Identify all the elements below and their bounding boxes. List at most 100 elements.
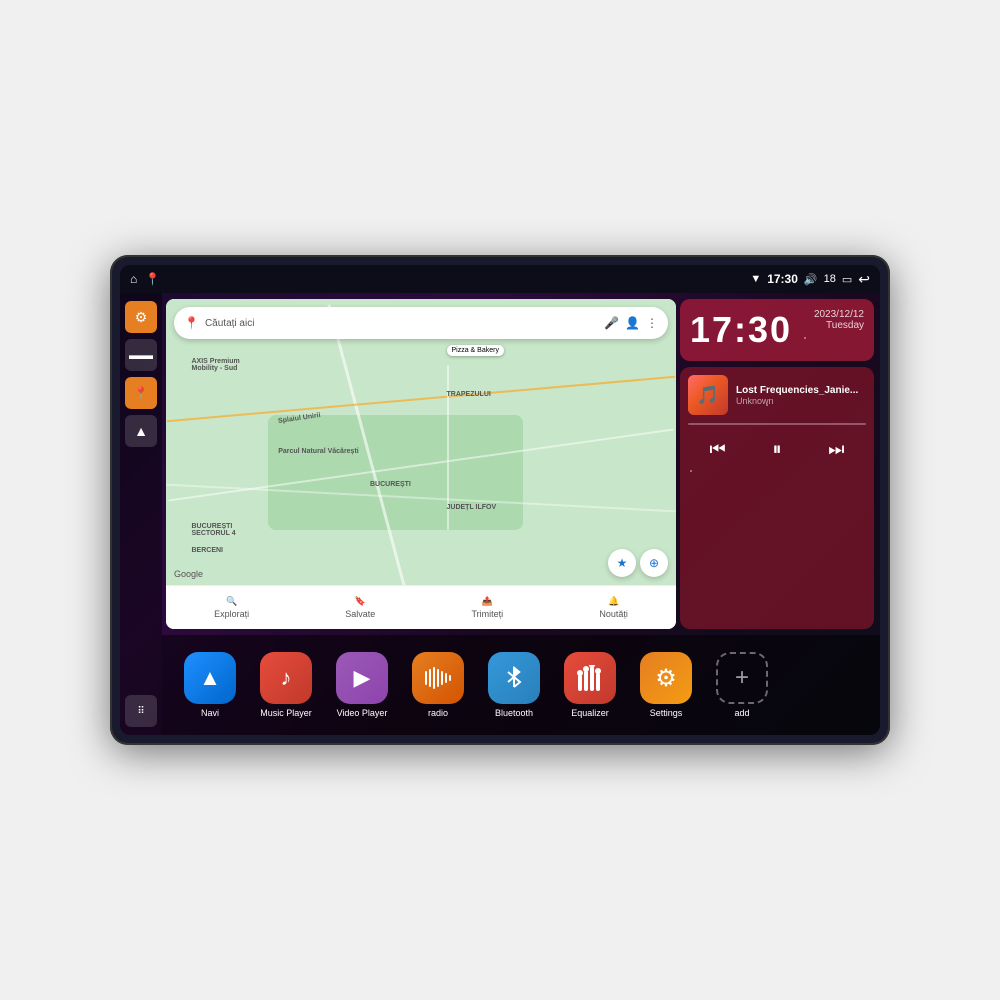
top-panels: AXIS PremiumMobility - Sud Parcul Natura… — [162, 293, 880, 635]
share-label: Trimiteți — [472, 609, 504, 619]
music-widget: 🎵 Lost Frequencies_Janie... Unknown ⏮ — [680, 367, 874, 629]
album-art: 🎵 — [688, 375, 728, 415]
settings-icon: ⚙ — [135, 309, 148, 326]
status-bar-left: ⌂ 📍 — [130, 272, 160, 286]
video-play-icon: ▶ — [354, 665, 371, 691]
app-drawer: ▲ Navi ♪ Music Player ▶ — [162, 635, 880, 735]
track-title: Lost Frequencies_Janie... — [736, 385, 858, 396]
map-bottom-bar: 🔍Explorați 🔖Salvate 📤Trimiteți 🔔Noutăți — [166, 585, 676, 629]
account-icon[interactable]: 👤 — [625, 316, 640, 330]
app-video-player[interactable]: ▶ Video Player — [326, 652, 398, 718]
video-player-icon: ▶ — [336, 652, 388, 704]
nav-arrow-icon: ▲ — [134, 423, 148, 439]
bluetooth-icon — [488, 652, 540, 704]
next-button[interactable]: ⏭ — [820, 433, 852, 465]
map-explore-button[interactable]: 🔍Explorați — [214, 596, 249, 619]
music-player-label: Music Player — [260, 708, 312, 718]
add-label: add — [734, 708, 749, 718]
navi-label: Navi — [201, 708, 219, 718]
app-settings[interactable]: ⚙ Settings — [630, 652, 702, 718]
progress-bar[interactable] — [688, 423, 866, 425]
google-logo: Google — [174, 569, 203, 579]
sidebar-apps-button[interactable]: ⠿ — [125, 695, 157, 727]
navi-arrow-icon: ▲ — [199, 665, 221, 691]
music-note-icon: ♪ — [281, 665, 292, 691]
content-area: AXIS PremiumMobility - Sud Parcul Natura… — [162, 293, 880, 735]
screen: ⌂ 📍 ▼ 17:30 🔊 18 ▭ ↩ ⚙ — [120, 265, 880, 735]
clock-widget: 17:30 2023/12/12 Tuesday — [680, 299, 874, 361]
gear-icon: ⚙ — [655, 664, 677, 693]
files-icon: ▬▬ — [129, 348, 153, 362]
app-music-player[interactable]: ♪ Music Player — [250, 652, 322, 718]
saved-label: Salvate — [345, 609, 375, 619]
map-label-sector: BUCUREȘTISECTORUL 4 — [192, 523, 236, 537]
track-artist: Unknown — [736, 396, 858, 406]
apps-grid-icon: ⠿ — [137, 706, 144, 717]
clock-time: 17:30 — [690, 309, 792, 351]
app-equalizer[interactable]: Equalizer — [554, 652, 626, 718]
settings-label: Settings — [650, 708, 683, 718]
prev-button[interactable]: ⏮ — [702, 433, 734, 465]
track-details: Lost Frequencies_Janie... Unknown — [736, 385, 858, 406]
clock-date: 2023/12/12 Tuesday — [814, 309, 864, 331]
news-label: Noutăți — [599, 609, 628, 619]
map-pin-pizza[interactable]: Pizza & Bakery — [447, 345, 504, 356]
sidebar: ⚙ ▬▬ 📍 ▲ ⠿ — [120, 293, 162, 735]
maps-status-icon[interactable]: 📍 — [145, 272, 160, 286]
app-bluetooth[interactable]: Bluetooth — [478, 652, 550, 718]
volume-icon: 🔊 — [804, 273, 818, 286]
map-panel[interactable]: AXIS PremiumMobility - Sud Parcul Natura… — [166, 299, 676, 629]
map-saved-button[interactable]: 🔖Salvate — [345, 596, 375, 619]
map-label-buc: BUCUREȘTI — [370, 481, 411, 488]
radio-icon — [412, 652, 464, 704]
more-icon[interactable]: ⋮ — [646, 316, 658, 330]
map-location-button[interactable]: ⊕ — [640, 549, 668, 577]
album-art-image: 🎵 — [688, 375, 728, 415]
radio-waves-icon — [424, 667, 452, 689]
map-share-button[interactable]: 📤Trimiteți — [472, 596, 504, 619]
google-maps-icon: 📍 — [184, 316, 199, 330]
track-info: 🎵 Lost Frequencies_Janie... Unknown — [688, 375, 866, 415]
settings-app-icon: ⚙ — [640, 652, 692, 704]
map-star-button[interactable]: ★ — [608, 549, 636, 577]
add-app-icon: + — [716, 652, 768, 704]
navi-icon: ▲ — [184, 652, 236, 704]
map-label-trapez: TRAPEZULUI — [447, 391, 491, 398]
music-controls: ⏮ ⏸ ⏭ — [688, 433, 866, 465]
map-label-axis: AXIS PremiumMobility - Sud — [192, 358, 240, 372]
app-navi[interactable]: ▲ Navi — [174, 652, 246, 718]
equalizer-label: Equalizer — [571, 708, 609, 718]
sidebar-nav-button[interactable]: ▲ — [125, 415, 157, 447]
battery-icon: ▭ — [842, 273, 852, 286]
eq-bars-icon — [577, 665, 603, 691]
sidebar-maps-button[interactable]: 📍 — [125, 377, 157, 409]
battery-level: 18 — [824, 273, 836, 285]
app-add[interactable]: + add — [706, 652, 778, 718]
map-search-bar[interactable]: 📍 Căutați aici 🎤 👤 ⋮ — [174, 307, 668, 339]
video-player-label: Video Player — [337, 708, 388, 718]
home-icon[interactable]: ⌂ — [130, 272, 137, 286]
car-head-unit: ⌂ 📍 ▼ 17:30 🔊 18 ▭ ↩ ⚙ — [110, 255, 890, 745]
microphone-icon[interactable]: 🎤 — [604, 316, 619, 330]
bluetooth-label: Bluetooth — [495, 708, 533, 718]
music-player-icon: ♪ — [260, 652, 312, 704]
search-input[interactable]: Căutați aici — [205, 318, 598, 329]
map-pin-icon: 📍 — [134, 386, 149, 400]
main-area: ⚙ ▬▬ 📍 ▲ ⠿ — [120, 293, 880, 735]
radio-label: radio — [428, 708, 448, 718]
wifi-icon: ▼ — [750, 273, 761, 285]
map-label-berceni: BERCENI — [192, 547, 224, 554]
equalizer-icon — [564, 652, 616, 704]
sidebar-settings-button[interactable]: ⚙ — [125, 301, 157, 333]
status-bar-right: ▼ 17:30 🔊 18 ▭ ↩ — [750, 271, 870, 288]
map-news-button[interactable]: 🔔Noutăți — [599, 596, 628, 619]
plus-icon: + — [735, 664, 749, 692]
play-pause-button[interactable]: ⏸ — [761, 433, 793, 465]
explore-label: Explorați — [214, 609, 249, 619]
app-radio[interactable]: radio — [402, 652, 474, 718]
sidebar-files-button[interactable]: ▬▬ — [125, 339, 157, 371]
right-panel: 17:30 2023/12/12 Tuesday — [680, 293, 880, 635]
back-icon[interactable]: ↩ — [858, 271, 870, 288]
status-bar: ⌂ 📍 ▼ 17:30 🔊 18 ▭ ↩ — [120, 265, 880, 293]
map-label-ilfov: JUDEȚL ILFOV — [447, 504, 497, 511]
